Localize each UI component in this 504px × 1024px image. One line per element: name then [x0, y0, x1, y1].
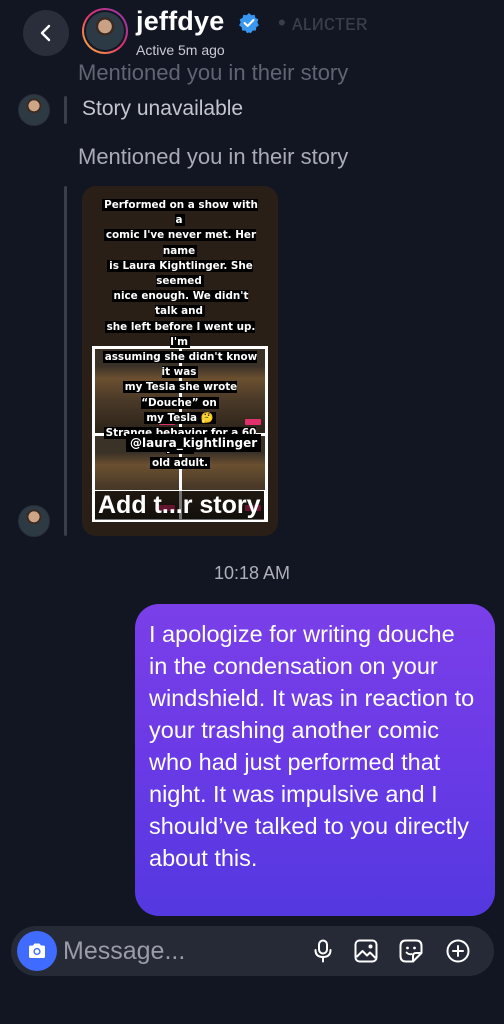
- mention-sticker: @laura_kightlinger: [126, 434, 262, 452]
- camera-button[interactable]: [17, 931, 57, 971]
- message-composer: [11, 926, 494, 976]
- profile-username[interactable]: jeffdye: [136, 6, 224, 37]
- message-input[interactable]: [63, 934, 293, 968]
- sticker-button[interactable]: [397, 937, 425, 965]
- story-mention-label: Mentioned you in their story: [78, 144, 349, 169]
- back-button[interactable]: [23, 10, 69, 56]
- outgoing-message-bubble[interactable]: I apologize for writing douche in the co…: [135, 604, 495, 916]
- verified-badge-icon: [239, 13, 259, 34]
- add-to-story-button[interactable]: Add t...r story: [94, 490, 265, 521]
- header-overlay-text: • ᴀʟᴎᴄᴛᴇʀ: [278, 10, 368, 35]
- profile-avatar[interactable]: [82, 8, 128, 54]
- outgoing-message-text: I apologize for writing douche in the co…: [149, 621, 475, 871]
- story-caption: Performed on a show with a comic I've ne…: [102, 199, 258, 470]
- reply-bar: [64, 96, 67, 124]
- gallery-button[interactable]: [352, 937, 380, 965]
- sender-avatar[interactable]: [18, 94, 50, 126]
- chat-header: jeffdye • ᴀʟᴎᴄᴛᴇʀ Active 5m ago: [0, 0, 504, 64]
- plus-circle-icon: [446, 939, 470, 963]
- active-status: Active 5m ago: [136, 42, 225, 58]
- image-icon: [354, 939, 378, 963]
- story-reply-bar: [64, 186, 67, 536]
- sender-avatar[interactable]: [18, 505, 50, 537]
- microphone-button[interactable]: [309, 937, 337, 965]
- message-timestamp: 10:18 AM: [213, 563, 291, 583]
- more-options-button[interactable]: [444, 937, 472, 965]
- sticker-icon: [399, 939, 423, 963]
- story-preview-card[interactable]: Performed on a show with a comic I've ne…: [82, 186, 278, 536]
- microphone-icon: [314, 939, 332, 963]
- chevron-left-icon: [40, 24, 51, 42]
- faded-mention-label: Mentioned you in their story: [78, 60, 349, 85]
- story-unavailable-label: Story unavailable: [82, 97, 244, 120]
- camera-icon: [29, 943, 45, 958]
